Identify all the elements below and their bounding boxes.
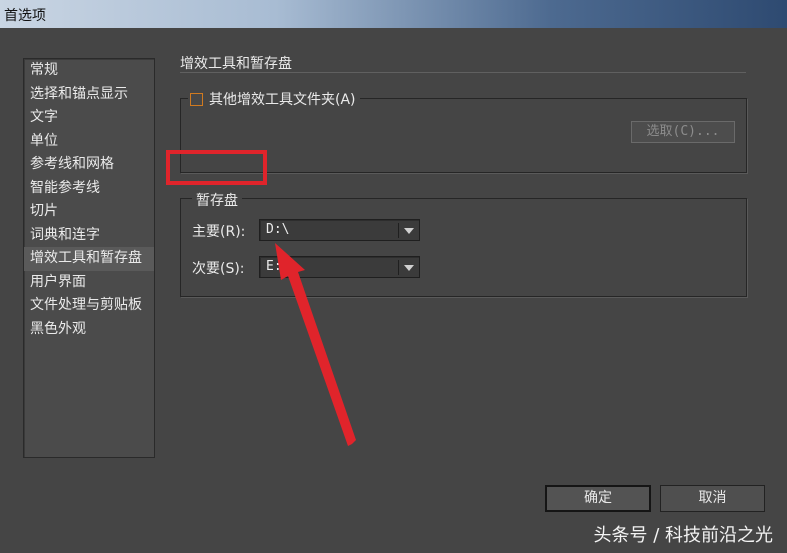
annotation-arrow-shape — [275, 243, 356, 446]
annotation-arrow — [275, 243, 356, 446]
watermark: 头条号 / 科技前沿之光 — [593, 525, 773, 546]
